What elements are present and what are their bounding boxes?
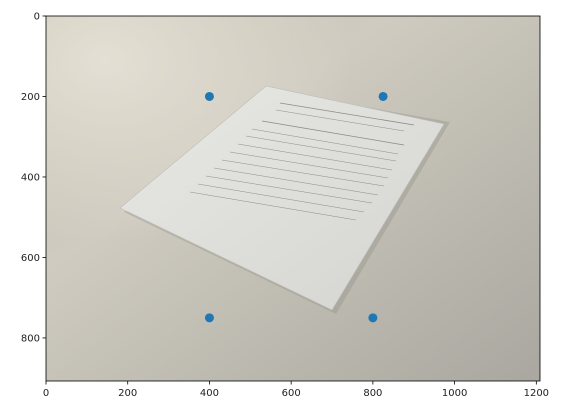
x-tick-label: 1000: [442, 388, 467, 399]
x-axis: 0 200 400 600 800 1000 1200: [43, 381, 549, 399]
x-tick-label: 1200: [524, 388, 549, 399]
x-tick-label: 200: [118, 388, 137, 399]
y-tick-label: 600: [21, 253, 40, 264]
x-tick-label: 400: [200, 388, 219, 399]
scatter-point: [204, 91, 214, 101]
y-tick-label: 800: [21, 333, 40, 344]
scatter-point: [378, 91, 388, 101]
x-tick-label: 600: [282, 388, 301, 399]
scatter-point: [368, 313, 378, 323]
y-axis: 0 200 400 600 800: [21, 12, 46, 344]
x-tick-label: 0: [43, 388, 49, 399]
y-tick-label: 0: [34, 12, 40, 23]
y-tick-label: 200: [21, 92, 40, 103]
chart-figure: 0 200 400 600 800 1000 1200 0 200 400 600 800: [21, 12, 549, 400]
document-photo: [46, 16, 540, 381]
scatter-point: [204, 313, 214, 323]
y-tick-label: 400: [21, 172, 40, 183]
x-tick-label: 800: [363, 388, 382, 399]
